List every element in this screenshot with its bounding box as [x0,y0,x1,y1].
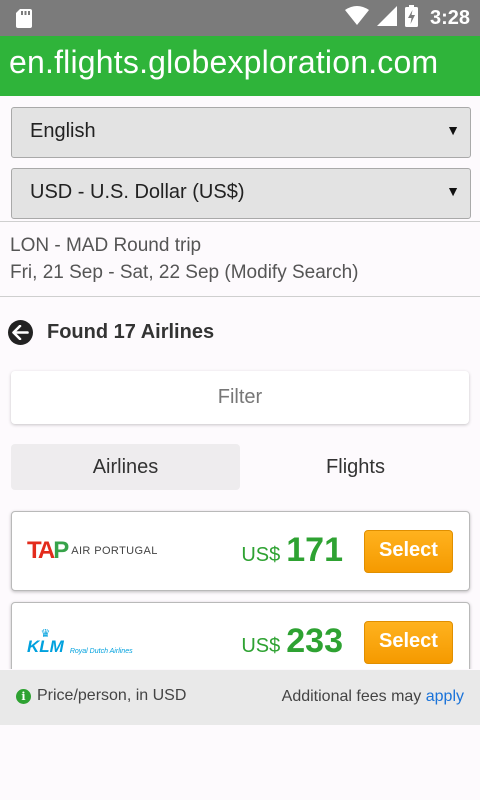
sd-card-icon [16,8,36,28]
airline-price: US$ 171 [241,531,343,571]
wifi-icon [344,5,369,31]
trip-route: LON - MAD Round trip [10,235,202,256]
price-currency: US$ [241,544,281,566]
tap-logo-mark: TAP [27,537,69,564]
price-info-footer: i Price/person, in USD Additional fees m… [0,670,480,725]
airline-price: US$ 233 [241,622,343,662]
price-amount: 233 [286,622,343,660]
price-info-text: Price/person, in USD [37,687,187,704]
fees-text: Additional fees may [281,688,422,705]
modify-search-link[interactable]: (Modify Search) [224,262,358,283]
divider [0,221,480,222]
status-bar: 3:28 [0,0,480,36]
dropdown-arrow-icon: ▼ [446,122,460,138]
language-select-value: English [30,120,96,142]
filter-button[interactable]: Filter [11,371,469,424]
language-select[interactable]: English ▼ [11,107,471,158]
apply-link[interactable]: apply [426,688,464,705]
currency-select[interactable]: USD - U.S. Dollar (US$) ▼ [11,168,471,219]
info-icon: i [16,688,31,704]
dropdown-arrow-icon: ▼ [446,183,460,199]
clock: 3:28 [429,6,470,29]
signal-icon [376,5,397,31]
browser-url-bar[interactable]: en.flights.globexploration.com [0,36,480,96]
select-button[interactable]: Select [364,530,453,573]
klm-logo-mark: KLM [27,636,64,656]
price-amount: 171 [286,531,343,569]
tab-flights[interactable]: Flights [241,444,470,490]
price-currency: US$ [241,635,281,657]
back-arrow-icon[interactable] [8,319,33,345]
airline-name: AIR PORTUGAL [71,545,158,557]
results-header: Found 17 Airlines [8,318,214,346]
airline-name: Royal Dutch Airlines [69,648,133,655]
results-title: Found 17 Airlines [47,320,215,343]
additional-fees: Additional fees may apply [282,688,464,706]
klm-logo: ♛ KLM Royal Dutch Airlines [27,627,133,657]
trip-dates: Fri, 21 Sep - Sat, 22 Sep [10,262,220,283]
tab-airlines[interactable]: Airlines [11,444,240,490]
airline-result-card[interactable]: ♛ KLM Royal Dutch Airlines US$ 233 Selec… [11,602,470,669]
battery-charging-icon [404,4,418,32]
currency-select-value: USD - U.S. Dollar (US$) [30,181,245,203]
divider [0,296,480,297]
trip-summary: LON - MAD Round trip Fri, 21 Sep - Sat, … [10,232,359,286]
airline-results-list[interactable]: TAP AIR PORTUGAL US$ 171 Select ♛ KLM Ro… [0,500,480,669]
url-text[interactable]: en.flights.globexploration.com [9,44,438,81]
price-info: i Price/person, in USD [16,687,186,705]
select-button[interactable]: Select [364,621,453,664]
airline-result-card[interactable]: TAP AIR PORTUGAL US$ 171 Select [11,511,470,591]
tap-air-portugal-logo: TAP AIR PORTUGAL [27,536,158,566]
